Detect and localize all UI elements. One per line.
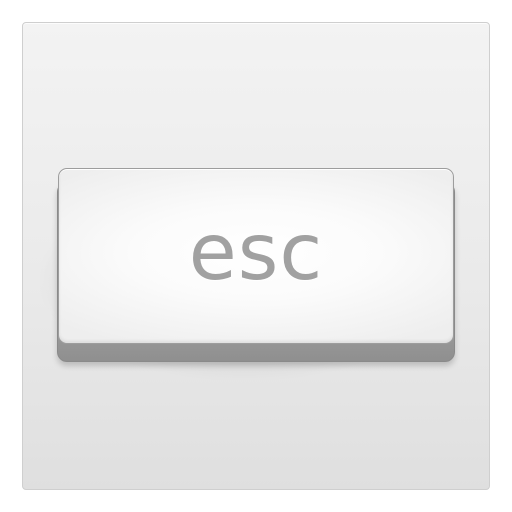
escape-key-icon[interactable]: esc (58, 168, 454, 344)
key-label: esc (188, 208, 324, 298)
